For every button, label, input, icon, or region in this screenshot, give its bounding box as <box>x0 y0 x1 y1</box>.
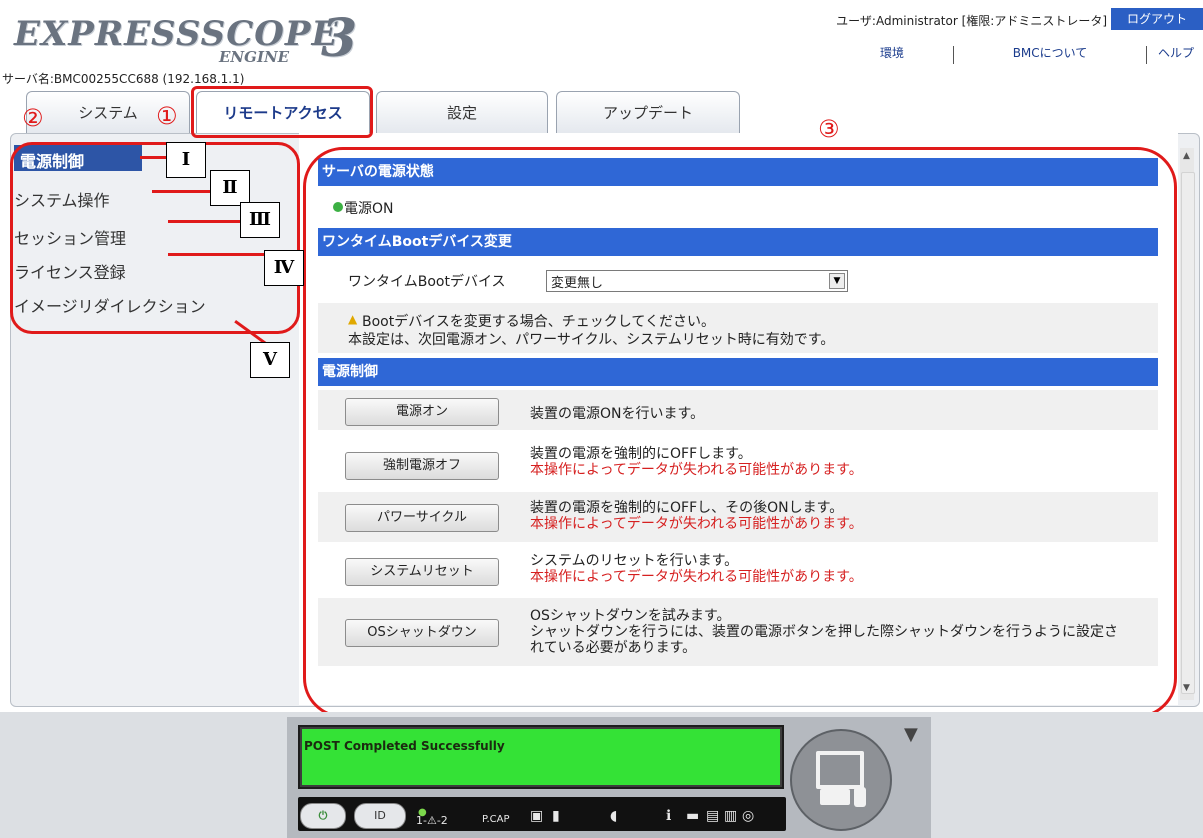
link-separator <box>1146 46 1147 64</box>
logo-number: 3 <box>321 8 358 69</box>
logo-sub: ENGINE <box>219 48 290 66</box>
power-button[interactable]: ⏻ <box>300 803 346 829</box>
power-icon: ⏻ <box>318 809 328 822</box>
user-info: ユーザ:Administrator [権限:アドミニストレータ] <box>836 14 1107 28</box>
storage-icon: ▥ <box>724 808 738 824</box>
collapse-icon[interactable]: ▼ <box>904 724 918 745</box>
keyboard-icon <box>820 789 850 805</box>
id-button[interactable]: ID <box>354 803 406 829</box>
lcd-text: POST Completed Successfully <box>304 739 505 753</box>
pcap-label: P.CAP <box>482 814 510 825</box>
card-icon: ▮ <box>552 808 560 824</box>
drive-icon: ▬ <box>686 808 700 824</box>
annotation-leader <box>168 253 264 256</box>
disc-icon: ◎ <box>742 808 755 824</box>
scroll-down-icon[interactable]: ▼ <box>1183 683 1190 693</box>
annotation-roman-3: Ⅲ <box>240 202 280 238</box>
annotation-roman-4: Ⅳ <box>264 250 304 286</box>
led-labels: 1-⚠-2 <box>416 814 448 827</box>
annotation-leader <box>152 190 210 193</box>
scroll-up-icon[interactable]: ▲ <box>1183 151 1190 161</box>
annotation-leader <box>140 156 166 159</box>
annotation-number-1: ① <box>156 102 178 130</box>
link-separator <box>953 46 954 64</box>
link-environment[interactable]: 環境 <box>831 44 953 61</box>
tab-update[interactable]: アップデート <box>556 91 740 134</box>
logo: EXPRESSSCOPE ENGINE 3 <box>14 8 374 70</box>
link-help[interactable]: ヘルプ <box>1149 44 1203 61</box>
annotation-roman-5: V <box>250 342 290 378</box>
annotation-leader <box>168 220 240 223</box>
display-icon: ▣ <box>530 808 544 824</box>
annotation-roman-2: Ⅱ <box>210 170 250 206</box>
floppy-icon: ▤ <box>706 808 720 824</box>
mouse-icon <box>854 787 866 807</box>
annotation-ring-sidebar <box>10 142 300 334</box>
lcd-display: POST Completed Successfully <box>298 725 784 789</box>
annotation-ring-tab <box>191 86 373 138</box>
link-about-bmc[interactable]: BMCについて <box>955 44 1145 61</box>
scrollbar-thumb[interactable] <box>1181 172 1195 694</box>
info-icon: ℹ <box>666 808 672 824</box>
annotation-roman-1: I <box>166 142 206 178</box>
annotation-number-2: ② <box>22 104 44 132</box>
top-links: 環境 BMCについて ヘルプ <box>831 44 1203 66</box>
annotation-number-3: ③ <box>818 115 840 143</box>
monitor-icon <box>816 751 864 789</box>
server-name: サーバ名:BMC00255CC688 (192.168.1.1) <box>2 72 245 86</box>
speaker-icon: ◖ <box>610 808 618 824</box>
logo-main: EXPRESSSCOPE <box>14 14 339 54</box>
logout-button[interactable]: ログアウト <box>1111 8 1203 30</box>
tab-settings[interactable]: 設定 <box>376 91 548 134</box>
annotation-ring-content <box>303 147 1177 718</box>
remote-console-button[interactable] <box>790 729 892 831</box>
